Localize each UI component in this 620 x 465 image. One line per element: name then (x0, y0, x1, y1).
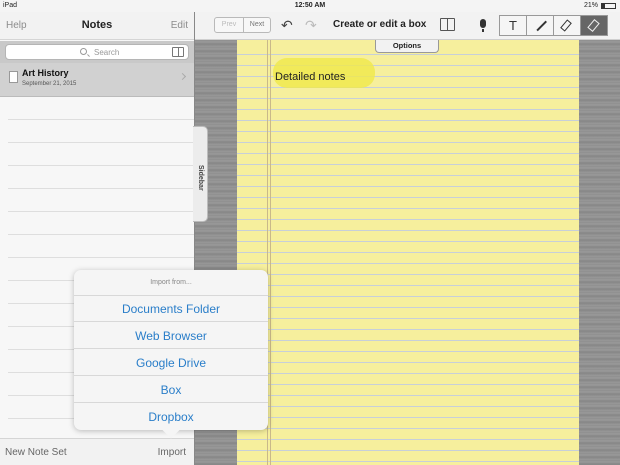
document-icon (9, 71, 18, 83)
search-input[interactable]: Search (5, 44, 189, 60)
sidebar-tab-label: Sidebar (197, 165, 204, 191)
text-tool-button[interactable]: T (500, 16, 527, 35)
empty-row (8, 166, 194, 189)
tool-selector: T (499, 15, 608, 36)
status-indicators: 21% (584, 2, 616, 9)
edit-button[interactable]: Edit (171, 20, 188, 31)
empty-row (8, 97, 194, 120)
import-option-google-drive[interactable]: Google Drive (74, 350, 268, 376)
battery-percent: 21% (583, 2, 598, 9)
empty-row (8, 143, 194, 166)
pen-tool-button[interactable] (527, 16, 554, 35)
eraser-tool-button[interactable] (581, 16, 607, 35)
highlighter-icon (560, 19, 572, 32)
sidebar-title: Notes (81, 19, 113, 31)
eraser-icon (587, 19, 600, 32)
editor-toolbar: Prev Next ↶ ↷ Create or edit a box T (195, 12, 620, 40)
import-option-dropbox[interactable]: Dropbox (74, 404, 268, 430)
chevron-right-icon (178, 72, 187, 81)
empty-row (8, 212, 194, 235)
pen-icon (536, 20, 547, 31)
undo-icon[interactable]: ↶ (281, 18, 297, 32)
microphone-icon[interactable] (480, 19, 486, 32)
note-text-box[interactable]: Detailed notes (275, 71, 345, 83)
margin-line (270, 40, 271, 465)
search-placeholder: Search (94, 48, 120, 57)
toolbar-title: Create or edit a box (333, 19, 427, 30)
new-note-set-button[interactable]: New Note Set (5, 447, 67, 458)
sidebar-header: Help Notes Edit (0, 12, 194, 40)
prev-button[interactable]: Prev (214, 17, 244, 33)
import-option-box[interactable]: Box (74, 377, 268, 403)
note-title: Art History (22, 68, 69, 78)
import-option-web-browser[interactable]: Web Browser (74, 323, 268, 349)
import-button[interactable]: Import (158, 447, 186, 458)
empty-row (8, 235, 194, 258)
options-tab[interactable]: Options (375, 40, 439, 53)
battery-fill (602, 3, 605, 8)
sidebar-footer: New Note Set Import (0, 438, 194, 465)
search-bar: Search (0, 41, 194, 63)
note-list-item[interactable]: Art History September 21, 2015 (0, 63, 194, 97)
search-icon (80, 48, 87, 55)
sidebar-toggle-tab[interactable]: Sidebar (193, 126, 208, 222)
clock: 12:50 AM (294, 2, 326, 9)
bookmarks-icon[interactable] (172, 47, 184, 57)
empty-row (8, 189, 194, 212)
empty-row (8, 120, 194, 143)
book-icon[interactable] (440, 18, 455, 31)
import-popover: Import from... Documents Folder Web Brow… (74, 270, 268, 439)
import-option-documents-folder[interactable]: Documents Folder (74, 296, 268, 322)
next-button[interactable]: Next (243, 17, 271, 33)
status-bar: iPad 12:50 AM 21% (0, 0, 620, 12)
highlighter-tool-button[interactable] (554, 16, 581, 35)
note-date: September 21, 2015 (22, 81, 77, 87)
popover-header: Import from... (74, 270, 268, 296)
battery-icon (601, 2, 616, 9)
note-page[interactable]: Detailed notes (237, 40, 579, 465)
redo-icon[interactable]: ↷ (305, 18, 321, 32)
